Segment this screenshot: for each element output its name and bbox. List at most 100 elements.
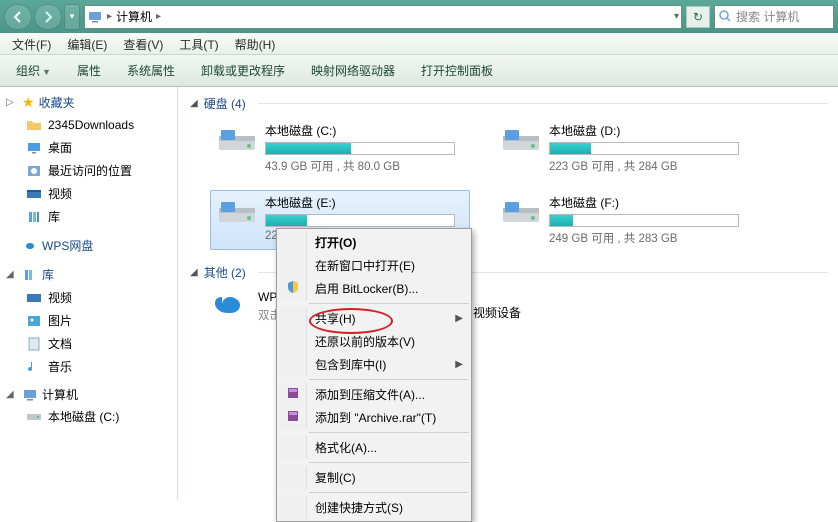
chevron-right-icon: ▶ [455, 359, 463, 370]
sidebar-libraries-header[interactable]: ◢ 库 [0, 263, 177, 286]
drive-name: 本地磁盘 (C:) [265, 122, 465, 139]
drive-capacity-bar [265, 214, 455, 227]
dropdown-icon: ▾ [70, 11, 75, 22]
forward-button[interactable] [34, 4, 62, 30]
sidebar-lib-music[interactable]: 音乐 [0, 355, 177, 378]
address-bar[interactable]: ▸ 计算机 ▸ ▾ [84, 5, 682, 29]
recent-icon [26, 163, 42, 179]
refresh-button[interactable]: ↻ [686, 6, 710, 28]
refresh-icon: ↻ [693, 10, 703, 24]
divider [309, 379, 469, 380]
drive-capacity-bar [265, 142, 455, 155]
submenu-item[interactable]: 视频设备 [473, 304, 521, 321]
drive-icon [499, 194, 543, 234]
ctx-new-window[interactable]: 在新窗口中打开(E) [279, 254, 469, 277]
sidebar-item-library[interactable]: 库 [0, 205, 177, 228]
drive-icon [215, 122, 259, 162]
nav-buttons: ▾ [4, 4, 80, 30]
tool-system-properties[interactable]: 系统属性 [117, 58, 185, 83]
sidebar-wps-header[interactable]: WPS网盘 [0, 234, 177, 257]
computer-icon [87, 9, 103, 25]
search-placeholder: 搜索 计算机 [736, 8, 799, 25]
library-icon [22, 267, 38, 283]
divider [309, 432, 469, 433]
star-icon: ★ [22, 94, 35, 111]
wps-icon [22, 238, 38, 254]
ctx-open[interactable]: 打开(O) [279, 231, 469, 254]
sidebar-lib-documents[interactable]: 文档 [0, 332, 177, 355]
ctx-add-archive[interactable]: 添加到压缩文件(A)... [279, 383, 469, 406]
ctx-include[interactable]: 包含到库中(I)▶ [279, 353, 469, 376]
divider [309, 492, 469, 493]
back-button[interactable] [4, 4, 32, 30]
music-icon [26, 359, 42, 375]
video-icon [26, 186, 42, 202]
tool-control-panel[interactable]: 打开控制面板 [411, 58, 503, 83]
video-icon [26, 290, 42, 306]
context-menu: 打开(O) 在新窗口中打开(E) 启用 BitLocker(B)... 共享(H… [276, 228, 472, 522]
chevron-right-icon: ▶ [455, 313, 463, 324]
chevron-icon: ◢ [6, 389, 18, 400]
drive-name: 本地磁盘 (F:) [549, 194, 749, 211]
sidebar-favorites-header[interactable]: ▷ ★ 收藏夹 [0, 91, 177, 114]
menu-help[interactable]: 帮助(H) [227, 33, 284, 54]
ctx-bitlocker[interactable]: 启用 BitLocker(B)... [279, 277, 469, 300]
breadcrumb-location[interactable]: 计算机 [116, 8, 152, 25]
sidebar-item-downloads[interactable]: 2345Downloads [0, 114, 177, 136]
drive-item[interactable]: 本地磁盘 (F:) 249 GB 可用 , 共 283 GB [494, 190, 754, 250]
back-icon [12, 11, 24, 23]
dropdown-icon: ▼ [42, 67, 51, 77]
titlebar: ▾ ▸ 计算机 ▸ ▾ ↻ 搜索 计算机 [0, 0, 838, 33]
sidebar-drive-c[interactable]: 本地磁盘 (C:) [0, 405, 177, 428]
ctx-restore[interactable]: 还原以前的版本(V) [279, 330, 469, 353]
shield-icon [286, 280, 300, 297]
menu-edit[interactable]: 编辑(E) [59, 33, 115, 54]
drive-capacity-bar [549, 142, 739, 155]
sidebar-lib-video[interactable]: 视频 [0, 286, 177, 309]
rar-icon [286, 386, 300, 403]
divider [258, 103, 828, 104]
breadcrumb-sep: ▸ [156, 11, 161, 22]
drive-item[interactable]: 本地磁盘 (C:) 43.9 GB 可用 , 共 80.0 GB [210, 118, 470, 178]
sidebar-item-video[interactable]: 视频 [0, 182, 177, 205]
menu-view[interactable]: 查看(V) [115, 33, 171, 54]
breadcrumb-sep: ▸ [107, 11, 112, 22]
menu-tools[interactable]: 工具(T) [171, 33, 226, 54]
drive-name: 本地磁盘 (E:) [265, 194, 465, 211]
history-dropdown[interactable]: ▾ [64, 4, 80, 30]
rar-icon [286, 409, 300, 426]
drive-info: 本地磁盘 (C:) 43.9 GB 可用 , 共 80.0 GB [265, 122, 465, 174]
search-icon [719, 10, 732, 23]
section-disks-header[interactable]: ◢ 硬盘 (4) [188, 95, 828, 112]
drive-capacity-bar [549, 214, 739, 227]
tool-organize[interactable]: 组织▼ [6, 58, 61, 83]
search-input[interactable]: 搜索 计算机 [714, 5, 834, 29]
divider [309, 462, 469, 463]
tool-map-drive[interactable]: 映射网络驱动器 [301, 58, 405, 83]
sidebar-item-desktop[interactable]: 桌面 [0, 136, 177, 159]
forward-icon [42, 11, 54, 23]
ctx-shortcut[interactable]: 创建快捷方式(S) [279, 496, 469, 519]
chevron-icon: ◢ [190, 98, 198, 109]
drive-free-text: 43.9 GB 可用 , 共 80.0 GB [265, 158, 465, 174]
ctx-format[interactable]: 格式化(A)... [279, 436, 469, 459]
sidebar-computer-header[interactable]: ◢ 计算机 [0, 384, 177, 405]
drive-free-text: 249 GB 可用 , 共 283 GB [549, 230, 749, 246]
divider [309, 303, 469, 304]
drive-icon [26, 409, 42, 425]
sidebar-lib-pictures[interactable]: 图片 [0, 309, 177, 332]
tool-uninstall[interactable]: 卸载或更改程序 [191, 58, 295, 83]
sidebar-item-recent[interactable]: 最近访问的位置 [0, 159, 177, 182]
document-icon [26, 336, 42, 352]
drive-info: 本地磁盘 (D:)223 GB 可用 , 共 284 GB [549, 122, 749, 174]
drive-item[interactable]: 本地磁盘 (D:)223 GB 可用 , 共 284 GB [494, 118, 754, 178]
ctx-copy[interactable]: 复制(C) [279, 466, 469, 489]
library-icon [26, 209, 42, 225]
menu-file[interactable]: 文件(F) [4, 33, 59, 54]
wps-icon [210, 287, 250, 323]
desktop-icon [26, 140, 42, 156]
ctx-share[interactable]: 共享(H)▶ [279, 307, 469, 330]
ctx-add-to-rar[interactable]: 添加到 "Archive.rar"(T) [279, 406, 469, 429]
tool-properties[interactable]: 属性 [67, 58, 111, 83]
dropdown-icon[interactable]: ▾ [674, 11, 679, 22]
